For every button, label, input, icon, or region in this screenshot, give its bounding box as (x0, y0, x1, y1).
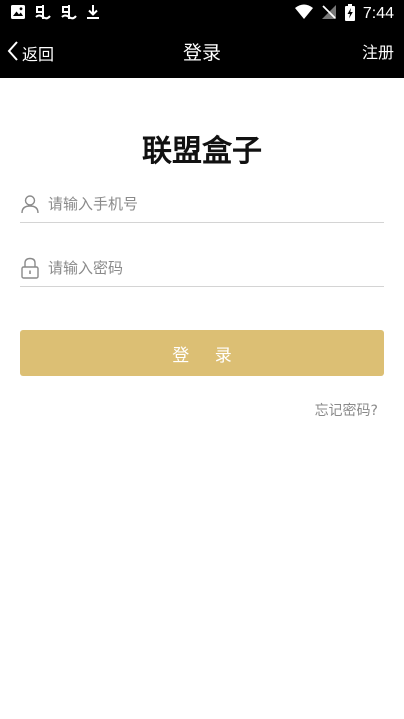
status-bar: 7:44 (0, 0, 404, 28)
nav-bar: 返回 登录 注册 (0, 28, 404, 78)
status-time: 7:44 (362, 5, 394, 22)
image-icon (10, 4, 26, 24)
status-bar-right: 7:44 (294, 3, 394, 25)
app-title: 联盟盒子 (142, 134, 262, 169)
password-field (20, 250, 384, 287)
password-input[interactable] (48, 259, 384, 277)
download-icon (86, 4, 100, 24)
battery-charging-icon (344, 3, 355, 25)
lock-icon (20, 257, 40, 279)
app-icon (60, 3, 78, 25)
chevron-left-icon (6, 40, 20, 66)
wifi-icon (294, 4, 313, 24)
status-bar-left (10, 4, 100, 24)
back-button[interactable]: 返回 (6, 28, 54, 78)
login-button[interactable]: 登 录 (20, 330, 384, 376)
phone-field (20, 186, 384, 223)
back-label: 返回 (22, 45, 55, 64)
forgot-password-link[interactable]: 忘记密码? (315, 400, 378, 420)
no-signal-icon (321, 4, 337, 24)
app-icon (34, 3, 52, 25)
user-icon (20, 193, 40, 215)
register-button[interactable]: 注册 (362, 28, 394, 78)
phone-input[interactable] (48, 195, 384, 213)
page-title: 登录 (182, 42, 221, 64)
